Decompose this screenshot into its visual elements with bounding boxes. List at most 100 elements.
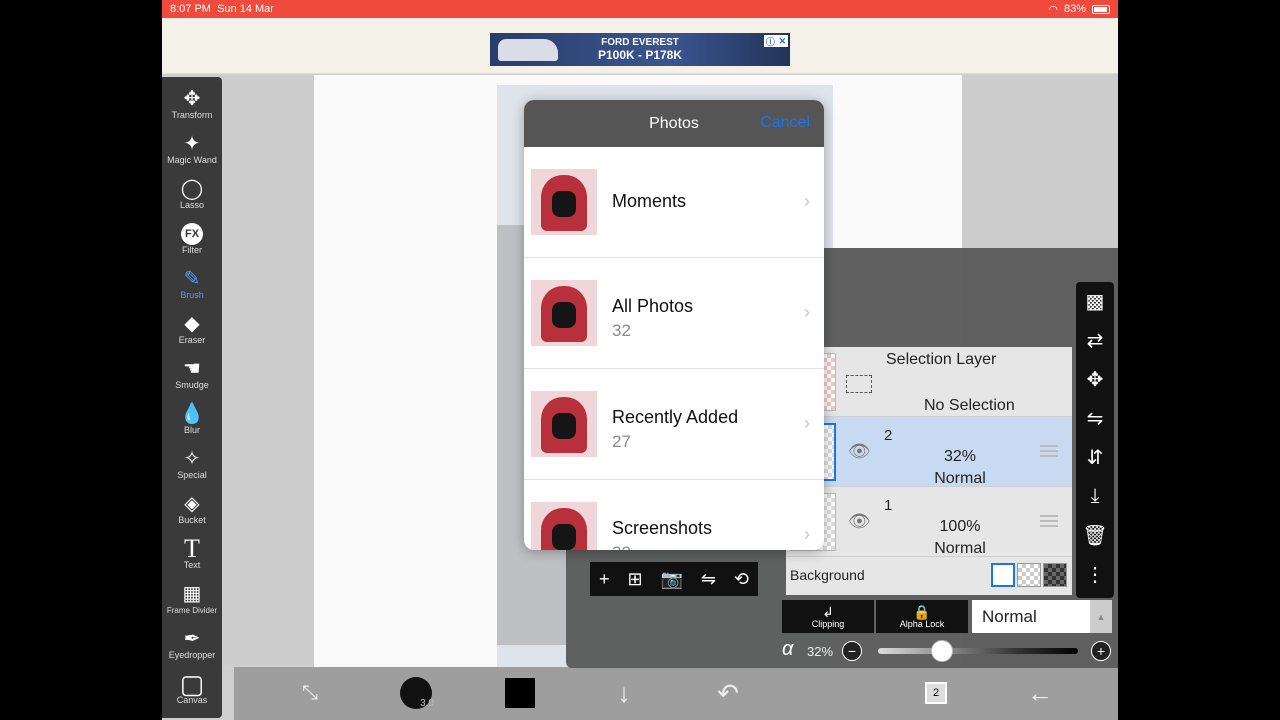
tool-brush[interactable]: ✎ Brush: [162, 259, 222, 304]
background-transparent-swatch[interactable]: [1017, 563, 1041, 587]
filter-icon: FX: [181, 223, 203, 245]
album-thumbnail: [531, 169, 597, 235]
background-label: Background: [790, 567, 865, 583]
merge-down-icon[interactable]: ⤓: [1076, 477, 1114, 515]
selection-marquee-icon: [846, 375, 872, 393]
chevron-right-icon: ›: [804, 524, 810, 544]
tool-blur[interactable]: 💧 Blur: [162, 394, 222, 439]
tool-lasso[interactable]: ◯ Lasso: [162, 169, 222, 214]
import-down-icon[interactable]: ↓: [604, 675, 644, 711]
photos-header: Photos Cancel: [524, 100, 824, 147]
battery-icon: [1092, 4, 1110, 14]
album-thumbnail: [531, 280, 597, 346]
layers-button[interactable]: 2: [916, 675, 956, 711]
drag-handle-icon[interactable]: [1040, 445, 1058, 457]
flip-icon[interactable]: ⇋: [701, 569, 716, 590]
smudge-icon: ☚: [183, 358, 201, 380]
album-thumbnail: [531, 502, 597, 550]
ad-close-icon[interactable]: ⓘ ✕: [764, 35, 788, 47]
opacity-increase-button[interactable]: +: [1091, 641, 1111, 661]
clipping-label: Clipping: [811, 618, 845, 629]
tool-canvas[interactable]: ▢ Canvas: [162, 664, 222, 709]
back-arrow-icon[interactable]: ←: [1020, 675, 1060, 711]
album-moments[interactable]: Moments ›: [524, 147, 824, 258]
ad-banner[interactable]: FORD EVEREST P100K - P178K ⓘ ✕: [490, 33, 790, 66]
brush-size-button[interactable]: 3.0: [396, 675, 436, 711]
tool-special[interactable]: ✧ Special: [162, 439, 222, 484]
ad-bar: FORD EVEREST P100K - P178K ⓘ ✕: [162, 18, 1118, 74]
album-name: Moments: [612, 191, 687, 211]
canvas-icon: ▢: [179, 669, 205, 699]
chevron-right-icon: ›: [804, 302, 810, 322]
album-name: Recently Added: [612, 407, 739, 427]
tool-frame-divider[interactable]: ▦ Frame Divider: [162, 574, 222, 619]
layer-blend-mode: Normal: [934, 540, 986, 557]
tool-transform[interactable]: ✥ Transform: [162, 79, 222, 124]
camera-icon[interactable]: 📷: [660, 569, 682, 590]
new-layer-checker-icon[interactable]: ▩: [1076, 282, 1114, 320]
cancel-button[interactable]: Cancel: [760, 114, 810, 132]
layer-number: 2: [884, 427, 893, 444]
add-layer-copy-icon[interactable]: ⊞: [627, 569, 642, 590]
tool-magic-wand[interactable]: ✦ Magic Wand: [162, 124, 222, 169]
selection-layer-title: Selection Layer: [886, 351, 997, 368]
layer-row-2[interactable]: 👁 2 32% Normal: [786, 417, 1072, 487]
move-layer-icon[interactable]: ✥: [1076, 360, 1114, 398]
album-screenshots[interactable]: Screenshots 32 ›: [524, 480, 824, 550]
status-bar: 8:07 PM Sun 14 Mar ◠ 83%: [162, 0, 1118, 18]
album-count: 32: [612, 321, 631, 340]
alpha-lock-button[interactable]: 🔒 Alpha Lock: [876, 600, 968, 633]
blend-mode-select[interactable]: Normal ▲: [972, 600, 1112, 633]
album-name: All Photos: [612, 296, 694, 316]
background-white-swatch[interactable]: [991, 563, 1015, 587]
alpha-symbol: α: [782, 638, 794, 660]
chevron-up-icon: ▲: [1090, 600, 1112, 633]
tool-smudge[interactable]: ☚ Smudge: [162, 349, 222, 394]
rotate-icon[interactable]: ⟲: [734, 569, 749, 590]
more-options-icon[interactable]: ⋮: [1076, 555, 1114, 593]
add-layer-icon[interactable]: +: [599, 569, 610, 590]
album-recently-added[interactable]: Recently Added 27 ›: [524, 369, 824, 480]
background-row: Background: [786, 558, 1072, 592]
brush-icon: ✎: [183, 268, 201, 290]
opacity-row: α 32% − +: [782, 638, 1118, 664]
tool-eraser[interactable]: ◆ Eraser: [162, 304, 222, 349]
chevron-right-icon: ›: [804, 191, 810, 211]
layers-icon: 2: [925, 682, 947, 704]
flip-vertical-icon[interactable]: ⇵: [1076, 438, 1114, 476]
status-time: 8:07 PM: [170, 3, 211, 15]
layer-row-1[interactable]: 👁 1 100% Normal: [786, 487, 1072, 557]
opacity-slider-knob[interactable]: [931, 640, 953, 662]
bucket-icon: ◈: [184, 493, 200, 515]
undo-icon[interactable]: ↶: [708, 675, 748, 711]
car-image: [498, 39, 558, 61]
background-dark-swatch[interactable]: [1043, 563, 1067, 587]
tool-text[interactable]: T Text: [162, 529, 222, 574]
color-button[interactable]: [500, 675, 540, 711]
ipad-screen: 8:07 PM Sun 14 Mar ◠ 83% FORD EVEREST P1…: [162, 0, 1118, 720]
brush-size-value: 3.0: [420, 698, 434, 709]
swap-layer-icon[interactable]: ⇄: [1076, 321, 1114, 359]
opacity-decrease-button[interactable]: −: [842, 641, 862, 661]
tool-eyedropper[interactable]: ✒ Eyedropper: [162, 619, 222, 664]
eye-icon[interactable]: 👁: [848, 441, 871, 462]
status-date: Sun 14 Mar: [217, 3, 274, 15]
quick-menu-icon[interactable]: ⤡: [290, 675, 330, 711]
album-thumbnail: [531, 391, 597, 457]
blur-icon: 💧: [179, 403, 205, 425]
opacity-slider[interactable]: [878, 640, 1078, 662]
wifi-icon: ◠: [1048, 3, 1058, 16]
eye-icon[interactable]: 👁: [848, 511, 871, 532]
drag-handle-icon[interactable]: [1040, 515, 1058, 527]
clipping-button[interactable]: ↲ Clipping: [782, 600, 874, 633]
bottom-bar: ⤡ 3.0 ↓ ↶ 2 ←: [234, 667, 1118, 720]
frame-divider-icon: ▦: [182, 583, 202, 605]
flip-horizontal-icon[interactable]: ⇋: [1076, 399, 1114, 437]
tool-bucket[interactable]: ◈ Bucket: [162, 484, 222, 529]
tool-filter[interactable]: FX Filter: [162, 214, 222, 259]
album-all-photos[interactable]: All Photos 32 ›: [524, 258, 824, 369]
selection-layer-row[interactable]: Selection Layer No Selection: [786, 347, 1072, 417]
layer-number: 1: [884, 497, 893, 514]
trash-icon[interactable]: 🗑: [1076, 516, 1114, 554]
opacity-value: 32%: [807, 644, 834, 659]
